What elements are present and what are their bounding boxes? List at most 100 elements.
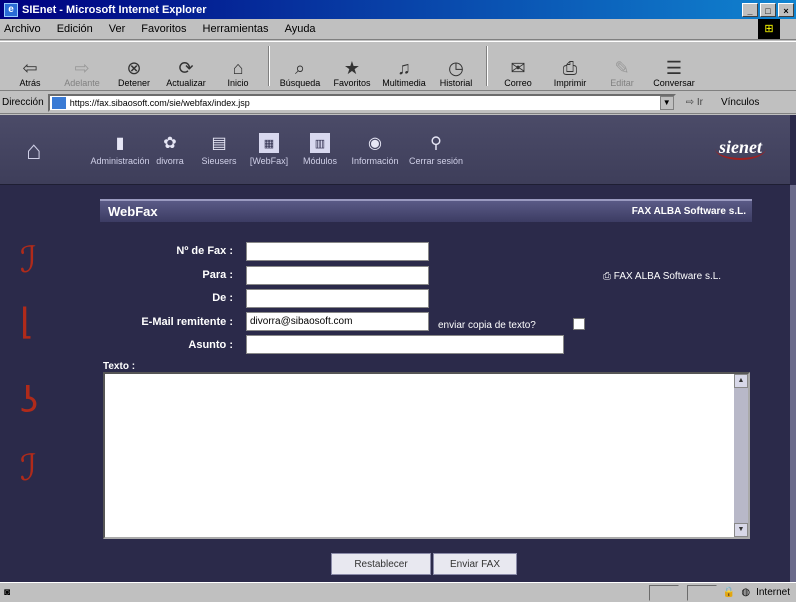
toolbar-label: Inicio	[227, 78, 249, 88]
home-icon[interactable]: ⌂	[26, 137, 62, 163]
menu-archivo[interactable]: Archivo	[4, 23, 41, 35]
go-button[interactable]: ⇨ Ir	[686, 97, 703, 108]
toolbar-label: Búsqueda	[279, 78, 321, 88]
status-cell	[648, 584, 679, 601]
history-icon: ◷	[448, 58, 464, 78]
decorative-glyph: ⌊	[20, 302, 35, 343]
toolbar-button-inicio[interactable]: ⌂ Inicio	[214, 44, 262, 90]
nav-item-label: Sieusers	[201, 156, 237, 166]
stop-icon: ⊗	[126, 58, 142, 78]
toolbar-button-correo[interactable]: ✉ Correo	[494, 44, 542, 90]
refresh-icon: ⟳	[178, 58, 194, 78]
panel-title: WebFax	[108, 204, 158, 219]
para-label: Para :	[202, 269, 233, 281]
nav-item-sieusers[interactable]: ▤ Sieusers	[195, 133, 243, 166]
nav-item-label: Administración	[90, 156, 150, 166]
logout-icon: ⚲	[430, 135, 442, 152]
menu-ayuda[interactable]: Ayuda	[285, 23, 316, 35]
printer-link[interactable]: ⎙ FAX ALBA Software s.L.	[603, 271, 721, 282]
toolbar-separator	[486, 46, 488, 86]
de-input[interactable]	[246, 289, 429, 308]
textarea-scrollbar[interactable]: ▲ ▼	[734, 374, 748, 537]
toolbar-label: Atrás	[19, 78, 41, 88]
toolbar-button-adelante[interactable]: ⇨ Adelante	[58, 44, 106, 90]
menu-herramientas[interactable]: Herramientas	[203, 23, 269, 35]
forward-arrow-icon: ⇨	[74, 58, 90, 78]
de-label: De :	[212, 292, 233, 304]
windows-flag-icon: ⊞	[758, 19, 780, 39]
nav-item-informacin[interactable]: ◉ Información	[348, 133, 402, 166]
copy-checkbox-label: enviar copia de texto?	[438, 320, 536, 331]
lock-icon: 🔒	[722, 587, 736, 598]
close-button[interactable]: ×	[778, 2, 794, 17]
toolbar-label: Editar	[610, 78, 634, 88]
copy-checkbox[interactable]	[573, 318, 585, 330]
address-input[interactable]: https://fax.sibaosoft.com/sie/webfax/ind…	[47, 93, 676, 112]
toolbar-button-favoritos[interactable]: ★ Favoritos	[328, 44, 376, 90]
toolbar-label: Imprimir	[553, 78, 587, 88]
modules-icon: ▥	[310, 133, 330, 153]
page-scrollbar[interactable]	[790, 185, 796, 582]
nav-item-cerrarsesin[interactable]: ⚲ Cerrar sesión	[408, 133, 464, 166]
status-bar: ◙ 🔒 ◍ Internet	[0, 582, 796, 602]
go-label: Ir	[696, 97, 703, 108]
toolbar-label: Historial	[439, 78, 473, 88]
address-url: https://fax.sibaosoft.com/sie/webfax/ind…	[69, 97, 250, 108]
toolbar-label: Multimedia	[382, 78, 426, 88]
links-button[interactable]: Vínculos	[721, 97, 759, 108]
favorites-icon: ★	[343, 58, 361, 78]
scroll-up-icon[interactable]: ▲	[734, 374, 748, 388]
email-input[interactable]: divorra@sibaosoft.com	[246, 312, 429, 331]
asunto-input[interactable]	[246, 335, 564, 354]
page-content: ⌂ sienet ▮ Administración ✿ divorra ▤ Sieuser…	[0, 115, 796, 582]
menu-edicion[interactable]: Edición	[57, 23, 93, 35]
minimize-button[interactable]: _	[742, 2, 758, 17]
nav-item-label: [WebFax]	[249, 156, 289, 166]
discuss-icon: ☰	[665, 58, 683, 78]
multimedia-icon: ♫	[397, 58, 411, 78]
texto-textarea[interactable]: ▲ ▼	[103, 372, 750, 539]
toolbar-label: Actualizar	[166, 78, 206, 88]
maximize-button[interactable]: □	[760, 2, 776, 17]
nav-item-label: Información	[351, 156, 399, 166]
sieusers-icon: ▤	[211, 135, 227, 152]
toolbar-label: Conversar	[653, 78, 695, 88]
toolbar-label: Correo	[504, 78, 532, 88]
nav-item-webfax[interactable]: ▦ [WebFax]	[246, 133, 292, 166]
dropdown-arrow-icon[interactable]: ▼	[659, 95, 674, 110]
printer-label: FAX ALBA Software s.L.	[613, 271, 722, 282]
app-navbar: ⌂ sienet ▮ Administración ✿ divorra ▤ Sieuser…	[0, 115, 790, 185]
nav-item-label: Módulos	[302, 156, 338, 166]
toolbar-button-detener[interactable]: ⊗ Detener	[110, 44, 158, 90]
para-input[interactable]	[246, 266, 429, 285]
page-icon	[51, 96, 66, 109]
toolbar-button-bsqueda[interactable]: ⌕ Búsqueda	[276, 44, 324, 90]
toolbar-button-actualizar[interactable]: ⟳ Actualizar	[162, 44, 210, 90]
reset-button[interactable]: Restablecer	[331, 553, 431, 575]
nav-item-divorra[interactable]: ✿ divorra	[150, 133, 190, 166]
sienet-logo: sienet	[715, 137, 766, 160]
toolbar-button-editar[interactable]: ✎ Editar	[598, 44, 646, 90]
nav-item-administracin[interactable]: ▮ Administración	[88, 133, 152, 166]
back-arrow-icon: ⇦	[22, 58, 38, 78]
ie-logo-icon: e	[4, 2, 18, 17]
globe-icon: ◍	[741, 587, 751, 598]
asunto-label: Asunto :	[188, 339, 233, 351]
menu-favoritos[interactable]: Favoritos	[141, 23, 186, 35]
nav-item-label: divorra	[156, 156, 184, 166]
scroll-down-icon[interactable]: ▼	[734, 523, 748, 537]
toolbar-button-conversar[interactable]: ☰ Conversar	[650, 44, 698, 90]
decorative-glyph: ℐ	[20, 448, 37, 489]
nav-item-mdulos[interactable]: ▥ Módulos	[298, 133, 342, 166]
toolbar-button-imprimir[interactable]: ⎙ Imprimir	[546, 44, 594, 90]
toolbar-button-multimedia[interactable]: ♫ Multimedia	[380, 44, 428, 90]
toolbar-button-historial[interactable]: ◷ Historial	[432, 44, 480, 90]
fax-number-label: Nº de Fax :	[176, 245, 233, 257]
address-bar: Dirección https://fax.sibaosoft.com/sie/…	[0, 92, 796, 114]
browser-toolbar: ⇦ Atrás ⇨ Adelante ⊗ Detener ⟳ Actualizar ⌂ Inici…	[0, 41, 796, 91]
fax-number-input[interactable]	[246, 242, 429, 261]
toolbar-label: Adelante	[64, 78, 100, 88]
menu-ver[interactable]: Ver	[109, 23, 126, 35]
send-fax-button[interactable]: Enviar FAX	[433, 553, 517, 575]
toolbar-button-atrs[interactable]: ⇦ Atrás	[6, 44, 54, 90]
